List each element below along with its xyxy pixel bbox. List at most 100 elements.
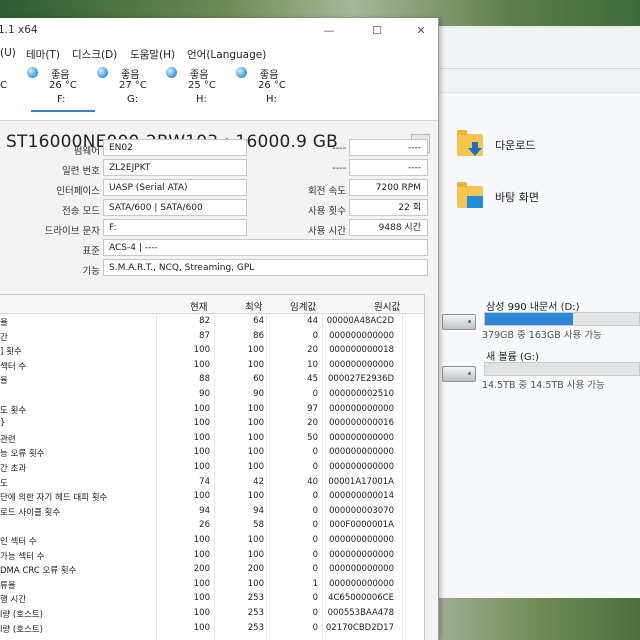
table-row[interactable]: 간 초과 100 100 0 000000000000: [0, 460, 424, 475]
threshold-value-cell: 0: [312, 549, 318, 560]
menu-item-help[interactable]: 도움말(H): [130, 47, 175, 62]
desktop-folder-icon: [457, 182, 483, 208]
menu-item-language[interactable]: 언어(Language): [187, 47, 266, 62]
disk-tab-f[interactable]: 좋음 26 °C F:: [27, 64, 95, 120]
current-value-cell: 26: [199, 520, 210, 531]
column-header-threshold[interactable]: 임계값: [290, 299, 316, 313]
current-value-cell: 74: [199, 476, 210, 487]
disk-tab-h2[interactable]: 좋음 26 °C H:: [236, 64, 296, 120]
table-row[interactable]: 단에 의한 자기 헤드 대피 횟수 100 100 0 000000000014: [0, 489, 424, 504]
raw-value-cell: 000000000014: [329, 491, 394, 502]
table-row[interactable]: 26 58 0 000F0000001A: [0, 518, 424, 533]
attribute-name-cell: 섹터 수: [0, 361, 27, 372]
table-row[interactable]: 인 섹터 수 100 100 0 000000000000: [0, 533, 424, 548]
drive-usage-text: 379GB 중 163GB 사용 가능: [482, 330, 602, 341]
raw-value-cell: 000000000000: [329, 462, 394, 472]
table-row[interactable]: 90 90 0 000000002510: [0, 387, 424, 402]
column-header-current[interactable]: 현재: [190, 299, 207, 313]
disk-tab-h[interactable]: 좋음 25 °C H:: [166, 64, 226, 120]
drive-item-d[interactable]: 삼성 990 내문서 (D:) 379GB 중 163GB 사용 가능: [442, 298, 640, 342]
attribute-name-cell: 율: [0, 376, 8, 387]
table-row[interactable]: 도 횟수 100 100 97 000000000000: [0, 402, 424, 417]
raw-value-cell: 000F0000001A: [329, 520, 394, 531]
raw-value-cell: 000000002510: [329, 389, 394, 399]
menu-item-function[interactable]: (U): [0, 47, 16, 59]
raw-value-cell: 000000000000: [329, 330, 394, 341]
current-value-cell: 100: [193, 462, 210, 472]
threshold-value-cell: 50: [307, 432, 318, 443]
title-bar: 1.1 x64 — ☐ ✕: [0, 18, 438, 44]
worst-value-cell: 100: [247, 418, 264, 429]
worst-value-cell: 42: [253, 476, 264, 487]
raw-value-cell: 00001A17001A: [328, 476, 394, 487]
table-row[interactable]: ] 횟수 100 100 20 000000000018: [0, 343, 424, 358]
threshold-value-cell: 0: [312, 564, 318, 575]
table-row[interactable]: 관련 100 100 50 000000000000: [0, 431, 424, 446]
explorer-toolbar: [430, 28, 640, 93]
table-row[interactable]: 가능 섹터 수 100 100 0 000000000000: [0, 548, 424, 563]
maximize-button[interactable]: ☐: [362, 22, 392, 40]
current-value-cell: 100: [193, 491, 210, 502]
power-count-value: 22 회: [349, 199, 428, 216]
table-row[interactable]: 도 74 42 40 00001A17001A: [0, 475, 424, 490]
crystaldiskinfo-window: 1.1 x64 — ☐ ✕ (U) 테마(T) 디스크(D) 도움말(H) 언어…: [0, 18, 439, 640]
close-button[interactable]: ✕: [406, 22, 436, 40]
current-value-cell: 94: [199, 505, 210, 516]
serial-value: ZL2EJPKT: [103, 159, 247, 176]
table-row[interactable]: 율 82 64 44 00000A48AC2D: [0, 314, 424, 329]
drive-name: 삼성 990 내문서 (D:): [486, 302, 580, 313]
table-row[interactable]: 로드 사이클 횟수 94 94 0 000000003070: [0, 504, 424, 519]
features-value: S.M.A.R.T., NCQ, Streaming, GPL: [103, 259, 428, 276]
table-row[interactable]: 섹터 수 100 100 10 000000000000: [0, 358, 424, 373]
raw-value-cell: 000000000018: [329, 345, 394, 356]
table-row[interactable]: 능 오류 횟수 100 100 0 000000000000: [0, 445, 424, 460]
disk-tab-temperature: 26 °C: [49, 80, 77, 91]
table-row[interactable]: 간 87 86 0 000000000000: [0, 329, 424, 344]
firmware-value: EN02: [103, 139, 247, 156]
worst-value-cell: 94: [253, 505, 264, 516]
worst-value-cell: 100: [247, 462, 264, 472]
worst-value-cell: 100: [247, 345, 264, 356]
threshold-value-cell: 0: [312, 330, 318, 341]
rotation-value: 7200 RPM: [349, 179, 428, 196]
disk-tab-letter: H:: [196, 94, 207, 105]
drive-usage-text: 14.5TB 중 14.5TB 사용 가능: [482, 380, 605, 391]
threshold-value-cell: 0: [312, 389, 318, 399]
quick-access-desktop[interactable]: 바탕 화면: [457, 182, 539, 208]
column-header-raw[interactable]: 원시값: [374, 299, 400, 313]
worst-value-cell: 100: [247, 549, 264, 560]
menu-item-theme[interactable]: 테마(T): [26, 47, 60, 62]
smart-attributes-table[interactable]: 현재 최악 임계값 원시값 율 82 64 44 00000A48AC2D 간 87 86 0 0…: [0, 294, 425, 640]
selected-tab-indicator: [31, 110, 95, 112]
drive-item-g[interactable]: 새 볼륨 (G:) 14.5TB 중 14.5TB 사용 가능: [442, 348, 640, 392]
table-row[interactable]: l량 (호스트) 100 253 0 000553BAA478: [0, 606, 424, 621]
attribute-name-cell: 간 초과: [0, 464, 27, 474]
table-row[interactable]: 행 시간 100 253 0 4C65000006CE: [0, 591, 424, 606]
raw-value-cell: 000000000000: [329, 359, 394, 370]
table-row[interactable]: l량 (호스트) 100 253 0 02170CBD2D17: [0, 621, 424, 636]
download-folder-icon: [457, 130, 483, 156]
current-value-cell: 100: [193, 432, 210, 443]
column-header-worst[interactable]: 최악: [245, 299, 262, 313]
worst-value-cell: 100: [247, 447, 264, 458]
power-hours-label: 사용 시간: [308, 226, 346, 237]
threshold-value-cell: 20: [307, 345, 318, 356]
table-row[interactable]: 류율 100 100 1 000000000000: [0, 577, 424, 592]
quick-access-downloads[interactable]: 다운로드: [457, 130, 535, 156]
interface-value: UASP (Serial ATA): [103, 179, 247, 196]
worst-value-cell: 60: [253, 374, 264, 385]
table-row[interactable]: DMA CRC 오류 횟수 200 200 0 000000000000: [0, 562, 424, 577]
current-value-cell: 100: [193, 359, 210, 370]
disk-tab-g[interactable]: 좋음 27 °C G:: [97, 64, 157, 120]
table-row[interactable]: 율 88 60 45 000027E2936D: [0, 372, 424, 387]
menu-item-disk[interactable]: 디스크(D): [72, 47, 117, 62]
attribute-name-cell: 행 시간: [0, 595, 27, 606]
current-value-cell: 82: [199, 316, 210, 326]
table-row[interactable]: } 100 100 20 000000000016: [0, 416, 424, 431]
threshold-value-cell: 0: [312, 462, 318, 472]
current-value-cell: 87: [199, 330, 210, 341]
current-value-cell: 100: [193, 535, 210, 545]
current-value-cell: 100: [193, 622, 210, 633]
interface-label: 인터페이스: [56, 186, 100, 197]
minimize-button[interactable]: —: [314, 22, 344, 40]
